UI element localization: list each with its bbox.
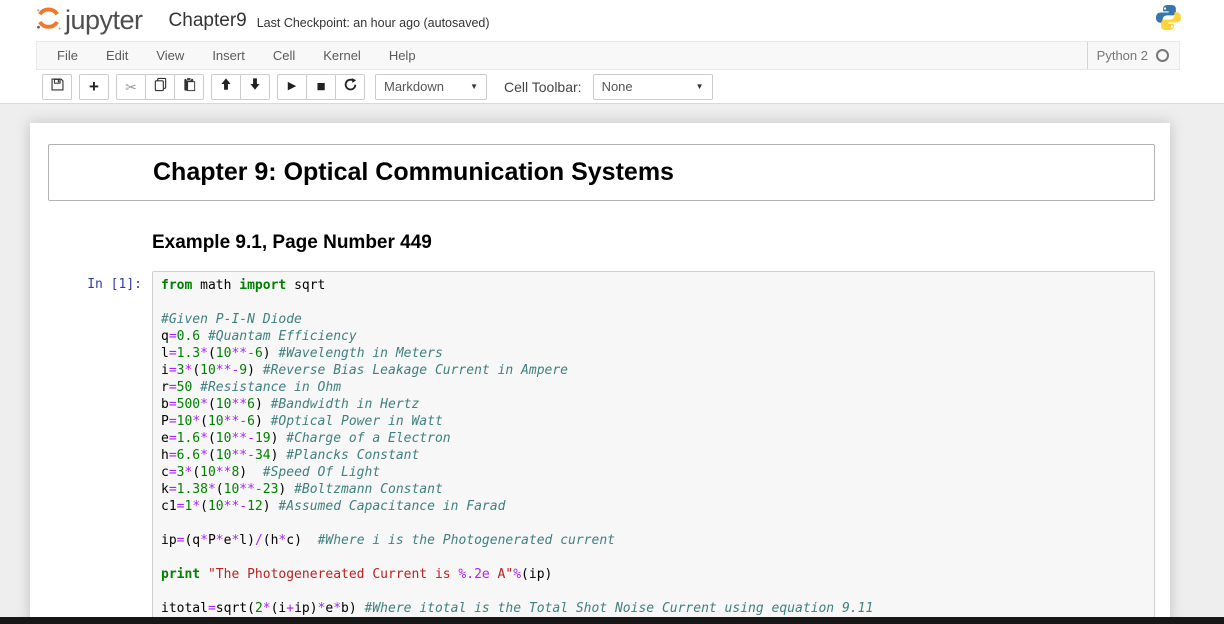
menu-file[interactable]: File (43, 42, 92, 69)
menu-cell[interactable]: Cell (259, 42, 309, 69)
interrupt-kernel-button[interactable]: ■ (306, 74, 336, 100)
move-cell-down-button[interactable] (240, 74, 270, 100)
play-icon: ▶ (288, 81, 296, 92)
jupyter-logo-icon (35, 5, 62, 37)
notebook-header: jupyter Chapter9 Last Checkpoint: an hou… (0, 0, 1224, 41)
cell-toolbar-label: Cell Toolbar: (504, 79, 582, 95)
scissors-icon: ✂ (125, 80, 137, 94)
menubar-row: File Edit View Insert Cell Kernel Help P… (0, 41, 1224, 70)
cell-type-value: Markdown (384, 79, 444, 94)
menu-kernel[interactable]: Kernel (309, 42, 375, 69)
plus-icon: + (89, 78, 99, 95)
menu-view[interactable]: View (142, 42, 198, 69)
notebook-toolbar: + ✂ (0, 70, 1224, 104)
restart-kernel-button[interactable] (335, 74, 365, 100)
chapter-heading: Chapter 9: Optical Communication Systems (153, 158, 674, 187)
menu-insert[interactable]: Insert (198, 42, 259, 69)
checkpoint-status: Last Checkpoint: an hour ago (autosaved) (257, 16, 490, 30)
markdown-cell-chapter-title[interactable]: Chapter 9: Optical Communication Systems (48, 144, 1155, 201)
copy-icon (153, 77, 168, 97)
kernel-indicator: Python 2 (1087, 42, 1179, 69)
cell-toolbar-select[interactable]: None ▼ (593, 74, 713, 100)
chevron-down-icon: ▼ (470, 82, 478, 91)
save-icon (50, 77, 65, 97)
stop-icon: ■ (316, 79, 325, 94)
kernel-separator (1087, 42, 1088, 69)
save-button[interactable] (42, 74, 72, 100)
move-cell-up-button[interactable] (211, 74, 241, 100)
cell-type-select[interactable]: Markdown ▼ (375, 74, 487, 100)
jupyter-logo-text: jupyter (65, 7, 143, 34)
menubar: File Edit View Insert Cell Kernel Help P… (36, 41, 1180, 70)
arrow-down-icon (248, 77, 262, 96)
kernel-idle-icon (1156, 49, 1169, 62)
copy-cell-button[interactable] (145, 74, 175, 100)
cut-cell-button[interactable]: ✂ (116, 74, 146, 100)
menu-edit[interactable]: Edit (92, 42, 142, 69)
kernel-name: Python 2 (1097, 48, 1148, 63)
input-prompt: In [1]: (48, 271, 152, 623)
window-bottom-edge (0, 617, 1224, 624)
code-cell: In [1]: from math import sqrt #Given P-I… (48, 271, 1155, 623)
menu-help[interactable]: Help (375, 42, 430, 69)
paste-cell-button[interactable] (174, 74, 204, 100)
jupyter-logo[interactable]: jupyter (35, 5, 143, 37)
arrow-up-icon (219, 77, 233, 96)
insert-cell-button[interactable]: + (79, 74, 109, 100)
chevron-down-icon: ▼ (696, 82, 704, 91)
notebook-container: Chapter 9: Optical Communication Systems… (30, 123, 1170, 624)
python-kernel-logo-icon (1155, 4, 1182, 36)
notebook-page: Chapter 9: Optical Communication Systems… (0, 104, 1224, 624)
notebook-title[interactable]: Chapter9 (169, 10, 247, 32)
cell-toolbar-value: None (602, 79, 633, 94)
code-editor[interactable]: from math import sqrt #Given P-I-N Diode… (152, 271, 1155, 623)
run-cell-button[interactable]: ▶ (277, 74, 307, 100)
markdown-cell-example-title[interactable]: Example 9.1, Page Number 449 (48, 232, 1155, 254)
clipboard-icon (182, 77, 197, 97)
restart-icon (343, 77, 358, 97)
example-heading: Example 9.1, Page Number 449 (152, 232, 1155, 254)
